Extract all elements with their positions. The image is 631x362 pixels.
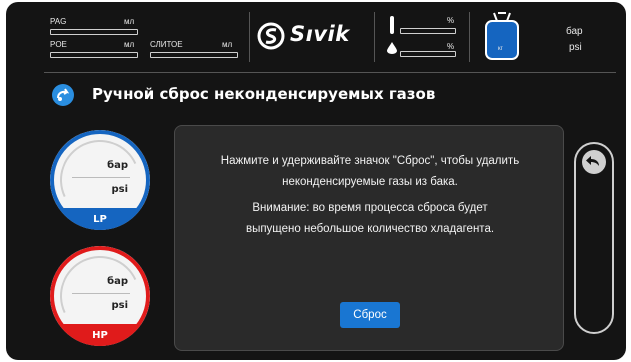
percent-label-1: % <box>447 16 455 25</box>
brand-name: Sıvik <box>290 22 350 46</box>
tank-icon <box>485 12 519 60</box>
brand-logo: Sıvik <box>256 20 370 52</box>
side-scroll-rail[interactable] <box>574 142 614 334</box>
hp-tag: HP <box>92 330 108 341</box>
device-screen: PAG мл POE мл СЛИТОЕ мл Sıvik % % кг бар… <box>6 2 626 360</box>
brand-logo-icon <box>257 22 285 50</box>
lp-gauge: бар psi LP <box>50 130 150 230</box>
message-line-2: неконденсируемые газы из бака. <box>282 176 458 188</box>
warning-line-2: выпущено небольшое количество хладагента… <box>245 223 495 235</box>
lp-unit-psi: psi <box>111 184 128 195</box>
poe-level-bar <box>50 52 138 58</box>
thermometer-icon <box>390 16 394 34</box>
poe-unit: мл <box>124 40 135 49</box>
status-header: PAG мл POE мл СЛИТОЕ мл Sıvik % % кг бар… <box>6 2 626 70</box>
back-arrow-icon <box>586 156 599 166</box>
poe-label: POE <box>50 40 67 49</box>
message-panel: Нажмите и удерживайте значок "Сброс", чт… <box>174 125 564 351</box>
tank-pressure-psi: psi <box>569 42 582 53</box>
back-button[interactable] <box>582 150 606 174</box>
hp-gauge: бар psi HP <box>50 246 150 346</box>
header-separator <box>44 72 616 73</box>
warning-line-1: Внимание: во время процесса сброса будет <box>252 202 488 214</box>
pag-label: PAG <box>50 17 67 26</box>
pag-level-bar <box>50 29 138 35</box>
header-divider <box>469 12 470 62</box>
tank-pressure-bar: бар <box>566 26 583 37</box>
lp-gauge-divider <box>72 177 130 178</box>
hp-gauge-divider <box>72 293 130 294</box>
lp-unit-bar: бар <box>107 160 128 171</box>
reset-button[interactable]: Сброс <box>340 302 400 328</box>
oil-unit: мл <box>222 40 233 49</box>
lp-tag: LP <box>93 214 107 225</box>
oil-label: СЛИТОЕ <box>150 40 183 49</box>
header-divider <box>374 12 375 62</box>
oil-level-bar <box>150 52 238 58</box>
tank-label: кг <box>498 46 503 52</box>
drop-icon <box>387 42 397 54</box>
level-bar-2 <box>400 51 456 57</box>
gas-purge-icon <box>52 84 74 106</box>
header-divider <box>249 12 250 62</box>
pag-unit: мл <box>124 17 135 26</box>
hp-unit-psi: psi <box>111 300 128 311</box>
page-title: Ручной сброс неконденсируемых газов <box>92 85 436 103</box>
level-bar-1 <box>400 28 456 34</box>
hp-unit-bar: бар <box>107 276 128 287</box>
message-line-1: Нажмите и удерживайте значок "Сброс", чт… <box>220 155 520 167</box>
percent-label-2: % <box>447 42 455 51</box>
